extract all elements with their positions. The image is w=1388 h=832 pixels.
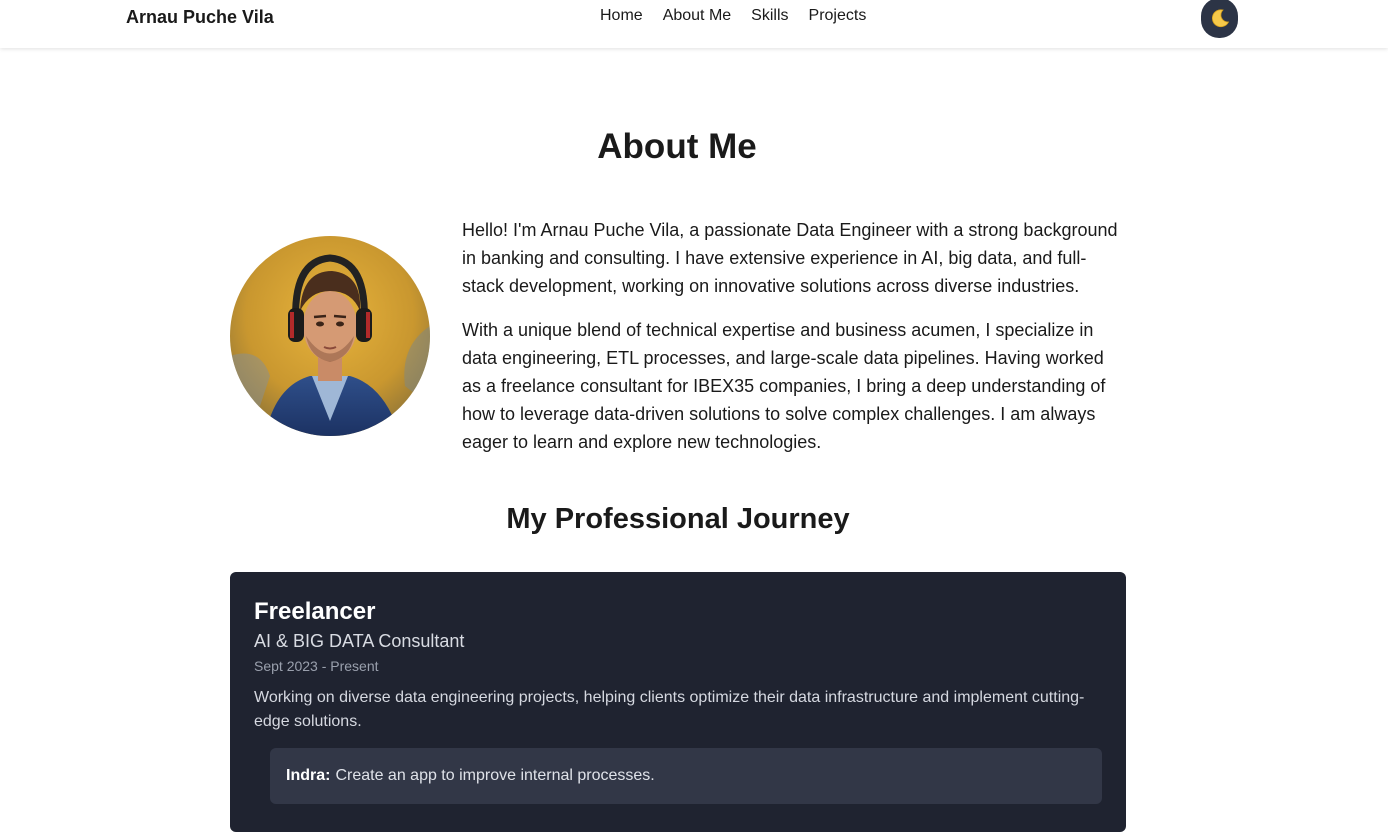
- project-item: Indra: Create an app to improve internal…: [270, 748, 1102, 804]
- nav-link-home[interactable]: Home: [600, 7, 643, 25]
- moon-icon: [1211, 9, 1229, 28]
- top-navbar: Arnau Puche Vila Home About Me Skills Pr…: [0, 0, 1388, 48]
- company-name: Freelancer: [254, 598, 376, 625]
- nav-link-skills[interactable]: Skills: [751, 7, 788, 25]
- project-client: Indra:: [286, 767, 331, 784]
- journey-title: My Professional Journey: [506, 503, 850, 535]
- job-role: AI & BIG DATA Consultant: [254, 631, 465, 651]
- project-text: Create an app to improve internal proces…: [335, 767, 655, 784]
- brand-logo-link[interactable]: Arnau Puche Vila: [126, 7, 274, 28]
- theme-toggle-button[interactable]: [1201, 0, 1238, 38]
- about-title: About Me: [597, 127, 757, 166]
- nav-link-projects[interactable]: Projects: [809, 7, 867, 25]
- timeline-card: Freelancer AI & BIG DATA Consultant Sept…: [230, 572, 1126, 832]
- job-description: Working on diverse data engineering proj…: [254, 689, 1085, 730]
- about-description: Hello! I'm Arnau Puche Vila, a passionat…: [462, 216, 1126, 472]
- job-dates: Sept 2023 - Present: [254, 658, 379, 674]
- profile-photo: [230, 236, 430, 436]
- about-paragraph-2: With a unique blend of technical experti…: [462, 320, 1106, 452]
- main-nav: Home About Me Skills Projects: [600, 7, 866, 25]
- about-paragraph-1: Hello! I'm Arnau Puche Vila, a passionat…: [462, 220, 1118, 296]
- nav-link-about-me[interactable]: About Me: [663, 7, 731, 25]
